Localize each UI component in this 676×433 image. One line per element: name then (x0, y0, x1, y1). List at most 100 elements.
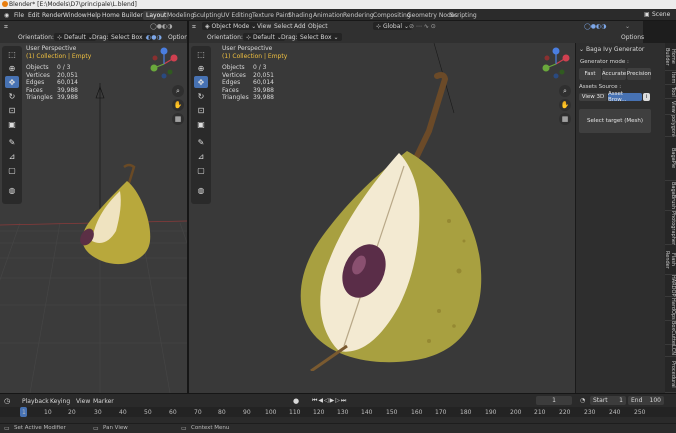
zoom-icon[interactable]: ⌕ (559, 85, 571, 97)
menu-home-builder[interactable]: Home Builder (102, 12, 143, 19)
rotate-tool-icon[interactable]: ↻ (5, 90, 19, 102)
timeline-view-menu[interactable]: View (76, 398, 90, 405)
timeline-marker-menu[interactable]: Marker (93, 398, 114, 405)
drag-dropdown[interactable]: Select Box ⌄ (297, 33, 342, 41)
cursor-tool-icon[interactable]: ⊕ (194, 62, 208, 74)
material-tool-icon[interactable]: ◍ (194, 184, 208, 196)
annotate-tool-icon[interactable]: ✎ (5, 136, 19, 148)
add-cube-tool-icon[interactable]: ▢ (5, 164, 19, 176)
right-navigation-gizmo[interactable] (538, 46, 574, 82)
start-frame-field[interactable]: Start 1 (590, 396, 626, 405)
blender-logo-icon (2, 1, 8, 7)
tab-polygoniq[interactable]: polygoniq (665, 115, 676, 140)
tab-bagapie[interactable]: BagaPie (665, 137, 676, 181)
preview-range-icon[interactable]: ◔ (580, 397, 585, 404)
menu-edit[interactable]: Edit (28, 12, 40, 19)
orientation-dropdown[interactable]: ⊹ Default ⌄ (243, 33, 285, 41)
camera-view-icon[interactable]: ▦ (172, 113, 184, 125)
editor-type-icon[interactable]: ⌗ (192, 23, 196, 32)
tab-home-builder[interactable]: Home Builder (664, 43, 676, 71)
scene-label[interactable]: Scene (652, 11, 670, 18)
tab-boxcutter[interactable]: BoxCutter (665, 321, 676, 346)
options-button[interactable]: Options (621, 34, 644, 41)
tab-view[interactable]: View (665, 99, 676, 115)
shading-dropdown-icon[interactable]: ⌄ (625, 23, 630, 30)
pan-hand-icon[interactable]: ✋ (172, 99, 184, 111)
frame-tick: 250 (634, 409, 646, 416)
tab-flash-render[interactable]: Flash Render (664, 245, 676, 275)
view3d-button[interactable]: View 3D (579, 93, 607, 101)
scene-icon[interactable]: ▣ (644, 11, 650, 18)
mode-dropdown[interactable]: ◈ Object Mode ⌄ (202, 22, 260, 30)
menu-select[interactable]: Select (274, 23, 293, 30)
orientation-dropdown[interactable]: ⊹ Default ⌄ (54, 33, 96, 41)
tab-bagabrush[interactable]: BagaBrush (665, 181, 676, 211)
record-icon[interactable]: ● (293, 397, 299, 405)
timeline-playback-menu[interactable]: Playback (22, 398, 49, 405)
timeline-editor-icon[interactable]: ◷ (4, 397, 10, 405)
cursor-tool-icon[interactable]: ⊕ (5, 62, 19, 74)
tab-hardops[interactable]: HardOps (665, 297, 676, 321)
left-3d-viewport[interactable]: ⬚ ⊕ ✥ ↻ ⊡ ▣ ✎ ⊿ ▢ ◍ User Perspective (1)… (0, 43, 187, 393)
select-tool-icon[interactable]: ⬚ (5, 48, 19, 60)
move-tool-icon[interactable]: ✥ (5, 76, 19, 88)
menu-render[interactable]: Render (42, 12, 63, 19)
scale-tool-icon[interactable]: ⊡ (194, 104, 208, 116)
scale-tool-icon[interactable]: ⊡ (5, 104, 19, 116)
mouse-left-icon: ▭ (4, 425, 10, 432)
viewport-shading-icons[interactable]: ◯●◐◑ (150, 23, 172, 30)
tab-scripting[interactable]: Scripting (447, 11, 480, 20)
mode-precision-button[interactable]: Precision (627, 68, 651, 80)
blender-menu-icon[interactable]: ◉ (4, 12, 9, 19)
menu-file[interactable]: File (14, 12, 24, 19)
menu-help[interactable]: Help (87, 12, 101, 19)
mode-fast-button[interactable]: Fast (579, 68, 601, 80)
tab-photographer[interactable]: Photographer (665, 211, 676, 245)
transform-tool-icon[interactable]: ▣ (194, 118, 208, 130)
pan-hand-icon[interactable]: ✋ (559, 99, 571, 111)
tab-procedural[interactable]: Procedural (665, 357, 676, 393)
camera-view-icon[interactable]: ▦ (559, 113, 571, 125)
tab-item[interactable]: Item (665, 71, 676, 85)
add-cube-tool-icon[interactable]: ▢ (194, 164, 208, 176)
right-3d-viewport[interactable]: ⬚ ⊕ ✥ ↻ ⊡ ▣ ✎ ⊿ ▢ ◍ User Perspective (1)… (189, 43, 575, 393)
timeline-keying-menu[interactable]: Keying (50, 398, 70, 405)
transform-orientation-dropdown[interactable]: ⊹ Global ⌄ (373, 22, 413, 30)
editor-type-icon[interactable]: ⌗ (4, 23, 8, 32)
transform-tool-icon[interactable]: ▣ (5, 118, 19, 130)
menu-object[interactable]: Object (308, 23, 328, 30)
material-tool-icon[interactable]: ◍ (5, 184, 19, 196)
info-icon[interactable]: i (643, 93, 650, 101)
zoom-icon[interactable]: ⌕ (172, 85, 184, 97)
menu-add[interactable]: Add (294, 23, 306, 30)
panel-header[interactable]: ⌄ Baga Ivy Generator (579, 46, 644, 53)
snapping-icons[interactable]: ⊘ ⋯ ∿ ⊙ (409, 23, 436, 30)
frame-tick: 100 (265, 409, 277, 416)
menu-window[interactable]: Window (63, 12, 87, 19)
tab-lcn[interactable]: LCN (665, 345, 676, 357)
measure-tool-icon[interactable]: ⊿ (194, 150, 208, 162)
mode-accurate-button[interactable]: Accurate (602, 68, 626, 80)
select-tool-icon[interactable]: ⬚ (194, 48, 208, 60)
move-tool-icon[interactable]: ✥ (194, 76, 208, 88)
end-label: End (631, 397, 643, 404)
stat-row: Faces 39,988 (222, 87, 274, 95)
stat-label: Faces (222, 86, 239, 94)
stat-row: Faces 39,988 (26, 87, 78, 95)
asset-browser-button[interactable]: Asset Brow... (608, 91, 642, 103)
end-frame-field[interactable]: End 100 (628, 396, 664, 405)
frame-tick: 30 (94, 409, 102, 416)
annotate-tool-icon[interactable]: ✎ (194, 136, 208, 148)
tab-hardops-caps[interactable]: HARDOPS (665, 275, 676, 300)
rotate-tool-icon[interactable]: ↻ (194, 90, 208, 102)
current-frame-field[interactable]: 1 (536, 396, 572, 405)
tab-tool[interactable]: Tool (665, 85, 676, 99)
shading-modes-icon[interactable]: ◐●◑ (146, 34, 162, 41)
playback-controls-icon[interactable]: ⏮◀◁▶▷⏭ (312, 397, 347, 405)
left-navigation-gizmo[interactable] (146, 46, 182, 82)
measure-tool-icon[interactable]: ⊿ (5, 150, 19, 162)
stat-label: Vertices (222, 71, 246, 79)
shading-modes-icon[interactable]: ◯●◐◑ (584, 23, 606, 30)
select-target-button[interactable]: Select target (Mesh) (579, 109, 651, 133)
menu-view[interactable]: View (257, 23, 271, 30)
